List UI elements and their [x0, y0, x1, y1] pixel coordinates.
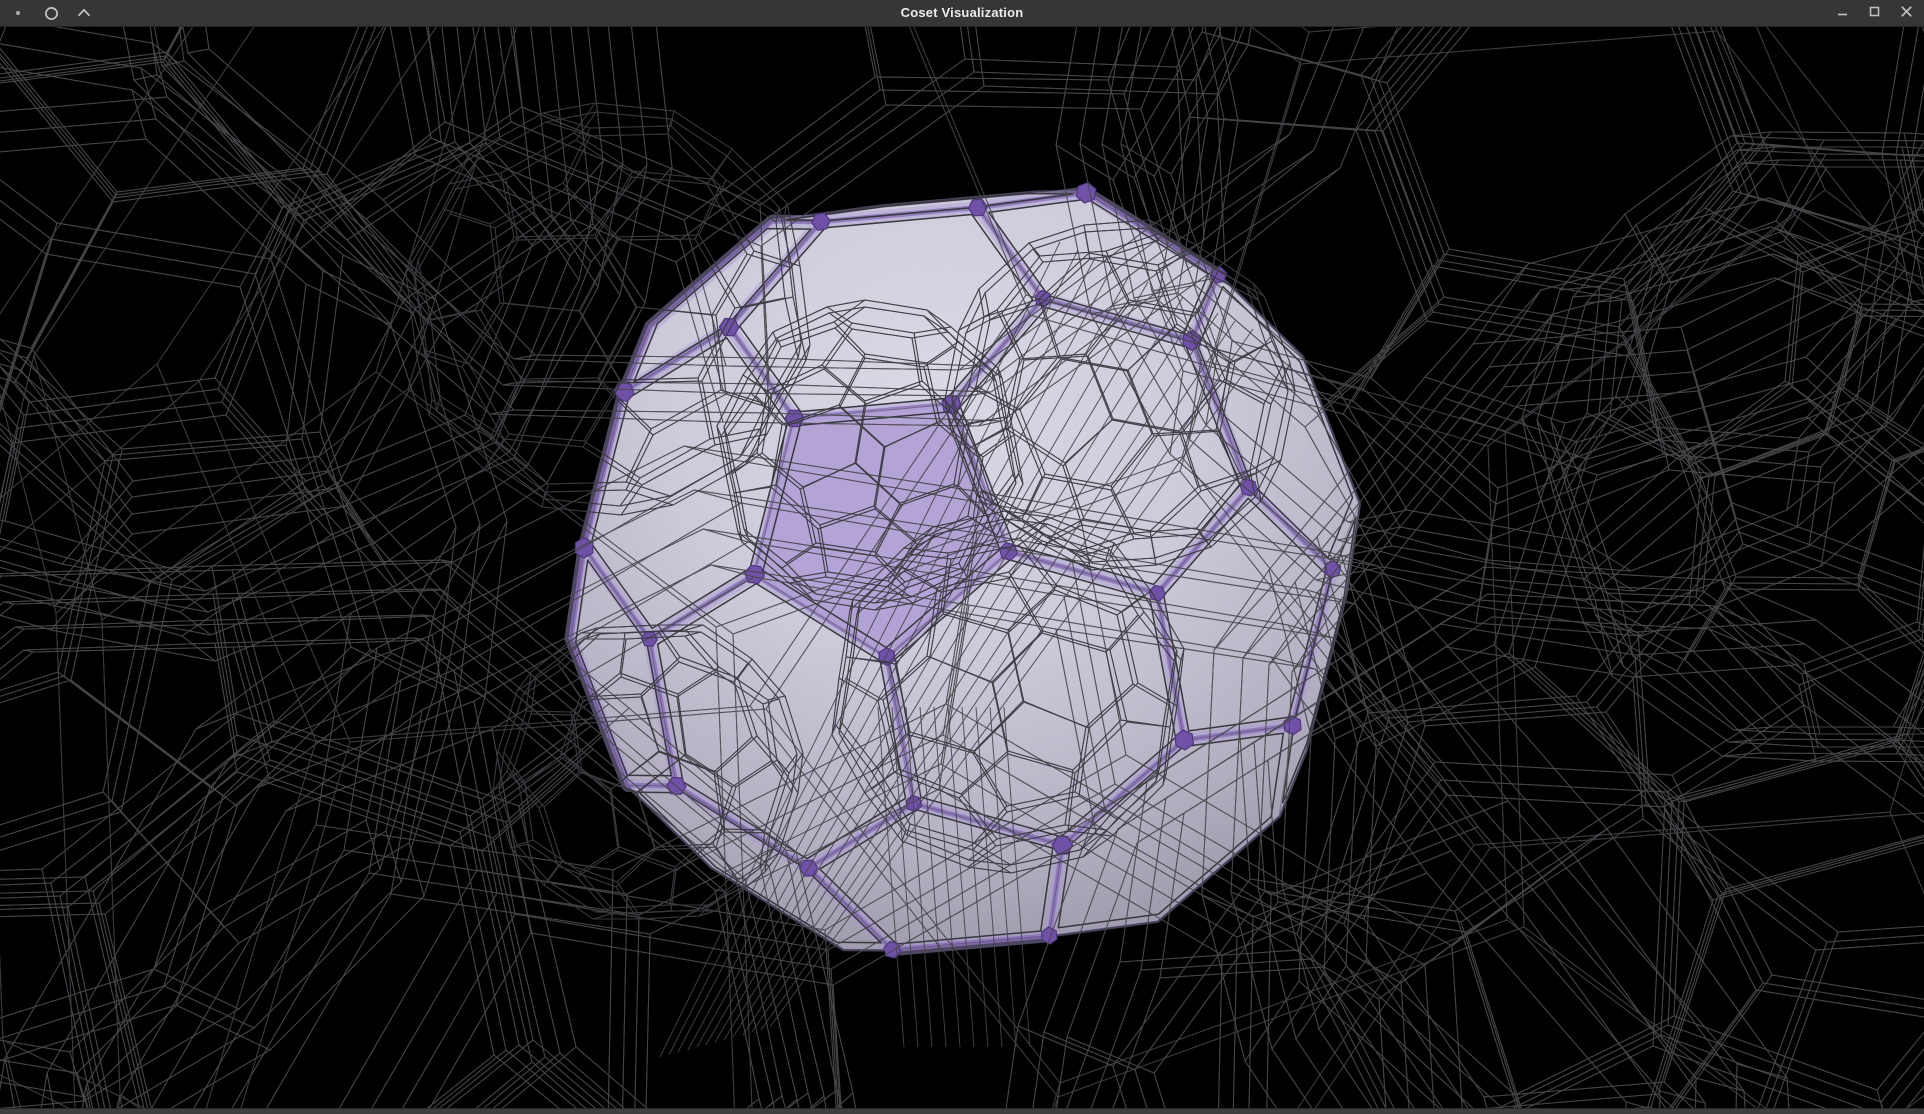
window-controls — [1835, 4, 1924, 22]
circle-icon[interactable] — [42, 4, 60, 22]
titlebar-left-icons — [0, 4, 93, 22]
window-bottom-border — [0, 1108, 1924, 1114]
dot-icon[interactable] — [9, 4, 27, 22]
viewport-canvas[interactable] — [0, 27, 1924, 1108]
chevron-up-icon[interactable] — [75, 4, 93, 22]
maximize-icon — [1868, 5, 1881, 21]
close-button[interactable] — [1899, 4, 1913, 22]
maximize-button[interactable] — [1867, 4, 1881, 22]
window-title: Coset Visualization — [901, 0, 1024, 26]
viewport[interactable] — [0, 27, 1924, 1108]
close-icon — [1900, 5, 1913, 21]
titlebar[interactable]: Coset Visualization — [0, 0, 1924, 27]
minimize-icon — [1836, 5, 1849, 21]
app-window: Coset Visualization — [0, 0, 1924, 1114]
minimize-button[interactable] — [1835, 4, 1849, 22]
